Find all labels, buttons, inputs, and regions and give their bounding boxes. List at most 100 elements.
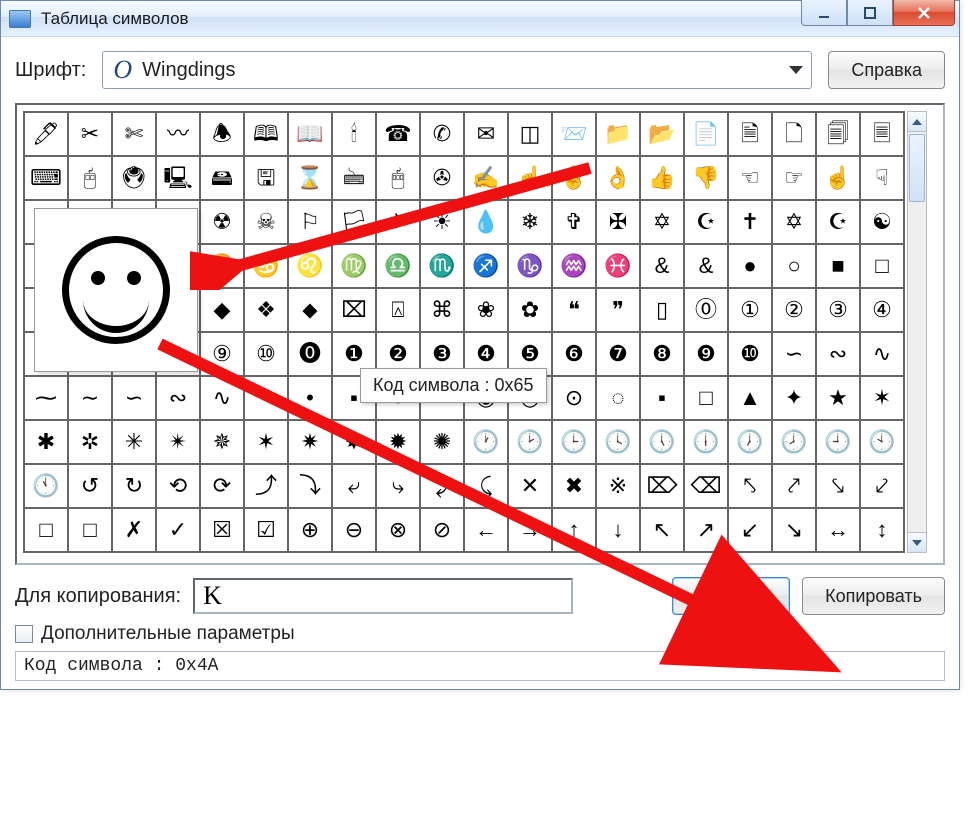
char-cell[interactable]: 🕮: [244, 112, 288, 156]
char-cell[interactable]: ✆: [420, 112, 464, 156]
char-cell[interactable]: ❻: [552, 332, 596, 376]
char-cell[interactable]: 📨: [552, 112, 596, 156]
char-cell[interactable]: ■: [816, 244, 860, 288]
char-cell[interactable]: ✶: [860, 376, 904, 420]
char-cell[interactable]: ☜: [728, 156, 772, 200]
font-dropdown[interactable]: O Wingdings: [102, 51, 812, 89]
char-cell[interactable]: ⑩: [244, 332, 288, 376]
char-cell[interactable]: ∿: [860, 332, 904, 376]
char-cell[interactable]: ☝: [508, 156, 552, 200]
char-cell[interactable]: 🖴: [200, 156, 244, 200]
char-cell[interactable]: ✗: [112, 508, 156, 552]
char-cell[interactable]: 🖊: [24, 112, 68, 156]
char-cell[interactable]: ⌧: [332, 288, 376, 332]
char-cell[interactable]: →: [508, 508, 552, 552]
help-button[interactable]: Справка: [828, 51, 945, 89]
char-cell[interactable]: 🕙: [860, 420, 904, 464]
char-cell[interactable]: ☠: [244, 200, 288, 244]
char-cell[interactable]: ↕: [860, 508, 904, 552]
char-cell[interactable]: ☑: [244, 508, 288, 552]
char-cell[interactable]: 🕗: [772, 420, 816, 464]
char-cell[interactable]: ⌛: [288, 156, 332, 200]
char-cell[interactable]: ↻: [112, 464, 156, 508]
char-cell[interactable]: ♑: [508, 244, 552, 288]
char-cell[interactable]: ⟲: [156, 464, 200, 508]
char-cell[interactable]: ·: [244, 376, 288, 420]
char-cell[interactable]: ⤥: [816, 464, 860, 508]
char-cell[interactable]: ☪: [684, 200, 728, 244]
char-cell[interactable]: ❼: [596, 332, 640, 376]
char-cell[interactable]: ★: [816, 376, 860, 420]
char-cell[interactable]: ⊘: [420, 508, 464, 552]
char-cell[interactable]: ♌: [288, 244, 332, 288]
char-cell[interactable]: ✳: [112, 420, 156, 464]
char-cell[interactable]: ↓: [596, 508, 640, 552]
char-cell[interactable]: ⊙: [552, 376, 596, 420]
char-cell[interactable]: ⬥: [288, 288, 332, 332]
char-cell[interactable]: ⌫: [684, 464, 728, 508]
char-cell[interactable]: 🗏: [860, 112, 904, 156]
minimize-button[interactable]: [801, 0, 847, 26]
char-cell[interactable]: ①: [728, 288, 772, 332]
char-cell[interactable]: ⤦: [860, 464, 904, 508]
char-cell[interactable]: ☎: [376, 112, 420, 156]
advanced-checkbox[interactable]: [15, 625, 33, 643]
char-cell[interactable]: ✖: [552, 464, 596, 508]
char-cell[interactable]: 〰: [156, 112, 200, 156]
char-cell[interactable]: ⓪: [684, 288, 728, 332]
char-cell[interactable]: ⚐: [288, 200, 332, 244]
char-cell[interactable]: 📄: [684, 112, 728, 156]
char-cell[interactable]: ❝: [552, 288, 596, 332]
char-cell[interactable]: ⊗: [376, 508, 420, 552]
char-cell[interactable]: ✝: [728, 200, 772, 244]
char-cell[interactable]: ♓: [596, 244, 640, 288]
char-cell[interactable]: 🕖: [728, 420, 772, 464]
char-cell[interactable]: ✶: [244, 420, 288, 464]
char-cell[interactable]: ⑨: [200, 332, 244, 376]
char-cell[interactable]: 🖲: [112, 156, 156, 200]
char-cell[interactable]: ∾: [816, 332, 860, 376]
char-cell[interactable]: ✇: [420, 156, 464, 200]
char-cell[interactable]: ✓: [156, 508, 200, 552]
char-cell[interactable]: ⌨: [24, 156, 68, 200]
char-cell[interactable]: ♋: [244, 244, 288, 288]
char-cell[interactable]: ❖: [244, 288, 288, 332]
char-cell[interactable]: 🕔: [640, 420, 684, 464]
char-cell[interactable]: ↺: [68, 464, 112, 508]
char-cell[interactable]: ✵: [200, 420, 244, 464]
char-cell[interactable]: ☪: [816, 200, 860, 244]
char-cell[interactable]: 📖: [288, 112, 332, 156]
char-cell[interactable]: 💧: [464, 200, 508, 244]
char-cell[interactable]: ✡: [640, 200, 684, 244]
char-cell[interactable]: ↑: [552, 508, 596, 552]
char-cell[interactable]: ⤴: [244, 464, 288, 508]
char-cell[interactable]: ⤣: [728, 464, 772, 508]
char-cell[interactable]: 🗐: [816, 112, 860, 156]
char-cell[interactable]: 🏳: [332, 200, 376, 244]
char-cell[interactable]: ⟳: [200, 464, 244, 508]
char-cell[interactable]: ❾: [684, 332, 728, 376]
scroll-down-button[interactable]: [908, 532, 926, 552]
char-cell[interactable]: ⁓: [24, 376, 68, 420]
char-cell[interactable]: ◆: [200, 288, 244, 332]
char-cell[interactable]: ☞: [772, 156, 816, 200]
char-cell[interactable]: ∼: [68, 376, 112, 420]
char-cell[interactable]: ✡: [772, 200, 816, 244]
char-cell[interactable]: ♎: [376, 244, 420, 288]
char-cell[interactable]: ♐: [464, 244, 508, 288]
char-cell[interactable]: ▲: [728, 376, 772, 420]
char-cell[interactable]: ♒: [552, 244, 596, 288]
char-cell[interactable]: ③: [816, 288, 860, 332]
char-cell[interactable]: 🕒: [552, 420, 596, 464]
char-cell[interactable]: ✕: [508, 464, 552, 508]
char-cell[interactable]: ❞: [596, 288, 640, 332]
char-cell[interactable]: ✠: [596, 200, 640, 244]
char-cell[interactable]: ●: [728, 244, 772, 288]
char-cell[interactable]: ✲: [68, 420, 112, 464]
char-cell[interactable]: ❿: [728, 332, 772, 376]
char-cell[interactable]: ▪: [640, 376, 684, 420]
char-cell[interactable]: &: [640, 244, 684, 288]
char-cell[interactable]: ☢: [200, 200, 244, 244]
char-cell[interactable]: ↙: [728, 508, 772, 552]
char-cell[interactable]: ▯: [640, 288, 684, 332]
